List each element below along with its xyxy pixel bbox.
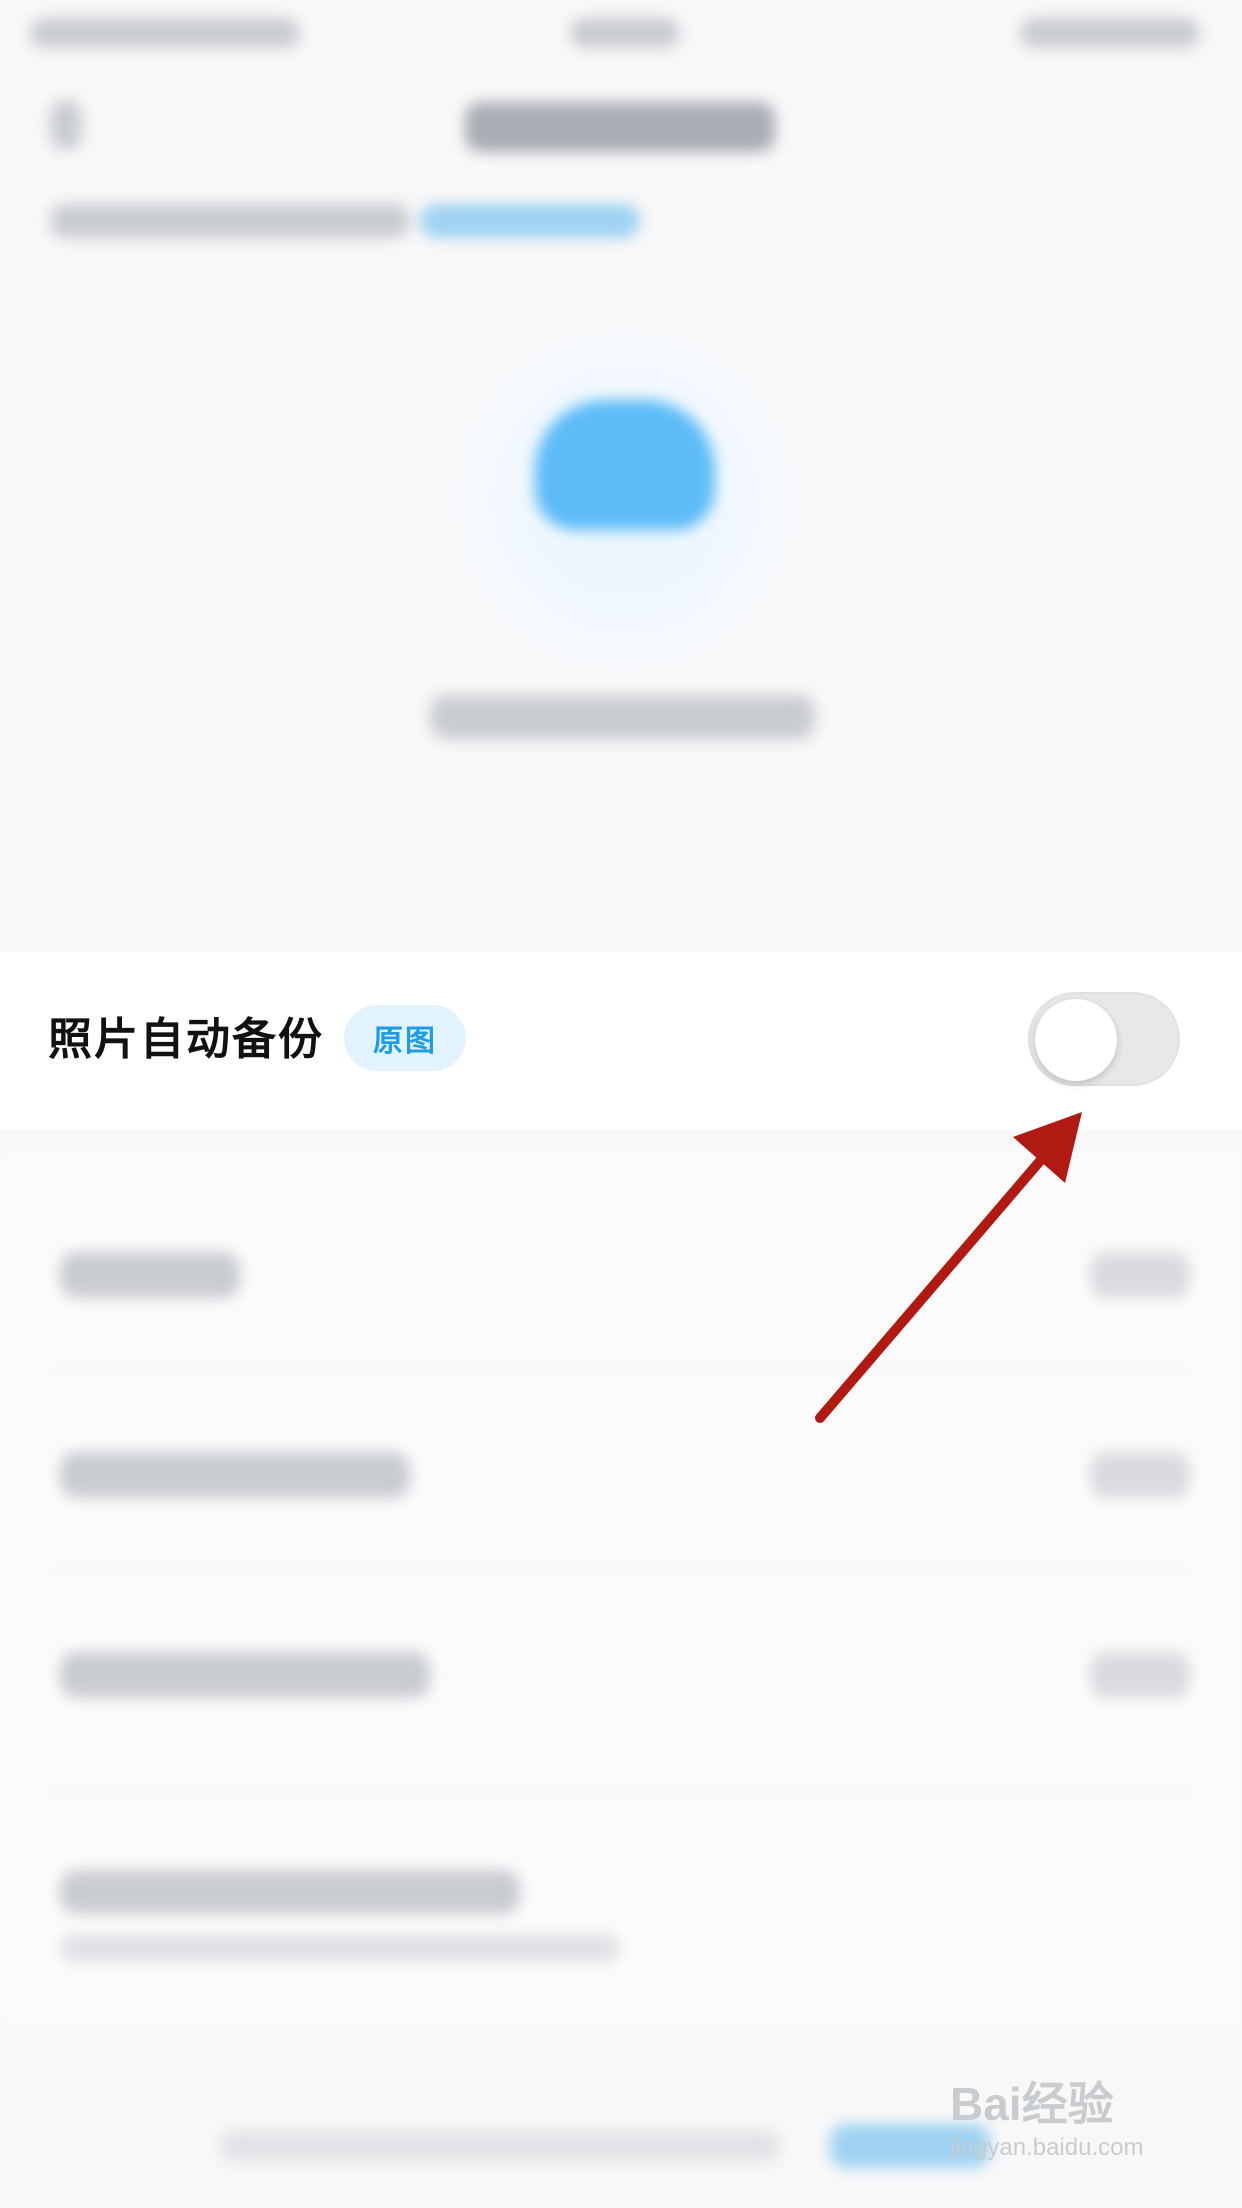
list-item-value <box>1090 1652 1190 1698</box>
status-time <box>570 18 680 48</box>
toggle-knob[interactable] <box>1035 999 1117 1081</box>
status-bar <box>0 0 1242 70</box>
photo-auto-backup-label: 照片自动备份 <box>48 1014 324 1065</box>
original-quality-badge[interactable]: 原图 <box>344 1005 466 1071</box>
list-item-value <box>1090 1452 1190 1498</box>
list-item[interactable] <box>0 1810 1242 1990</box>
list-item-label <box>60 1452 410 1498</box>
photo-auto-backup-row: 照片自动备份 原图 <box>0 952 1242 1130</box>
bottom-text <box>220 2130 780 2162</box>
hint-text <box>50 204 410 238</box>
cloud-icon <box>535 400 715 530</box>
list-item-value <box>1090 1252 1190 1298</box>
baidu-jingyan-watermark: Bai经验 jingyan.baidu.com <box>950 2068 1190 2188</box>
page-title <box>465 102 775 152</box>
list-item-label <box>60 1252 240 1298</box>
nav-bar <box>0 70 1242 190</box>
back-icon[interactable] <box>50 100 82 150</box>
watermark-url: jingyan.baidu.com <box>950 2134 1144 2161</box>
hero-caption <box>430 695 815 739</box>
backup-hero <box>0 280 1242 920</box>
status-carrier <box>30 18 300 48</box>
settings-list <box>0 1150 1242 2030</box>
watermark-brand: Bai经验 <box>950 2078 1114 2130</box>
divider <box>48 1790 1194 1792</box>
status-battery <box>1020 18 1200 48</box>
divider <box>48 1570 1194 1572</box>
hint-link[interactable] <box>420 204 640 238</box>
divider <box>48 1370 1194 1372</box>
list-item-label <box>60 1652 430 1698</box>
list-item[interactable] <box>0 1590 1242 1770</box>
list-item[interactable] <box>0 1190 1242 1370</box>
list-item[interactable] <box>0 1390 1242 1570</box>
list-item-subtext <box>60 1934 620 1962</box>
hint-line <box>0 190 1242 260</box>
list-item-label <box>60 1870 520 1914</box>
photo-auto-backup-toggle[interactable] <box>1028 992 1180 1086</box>
